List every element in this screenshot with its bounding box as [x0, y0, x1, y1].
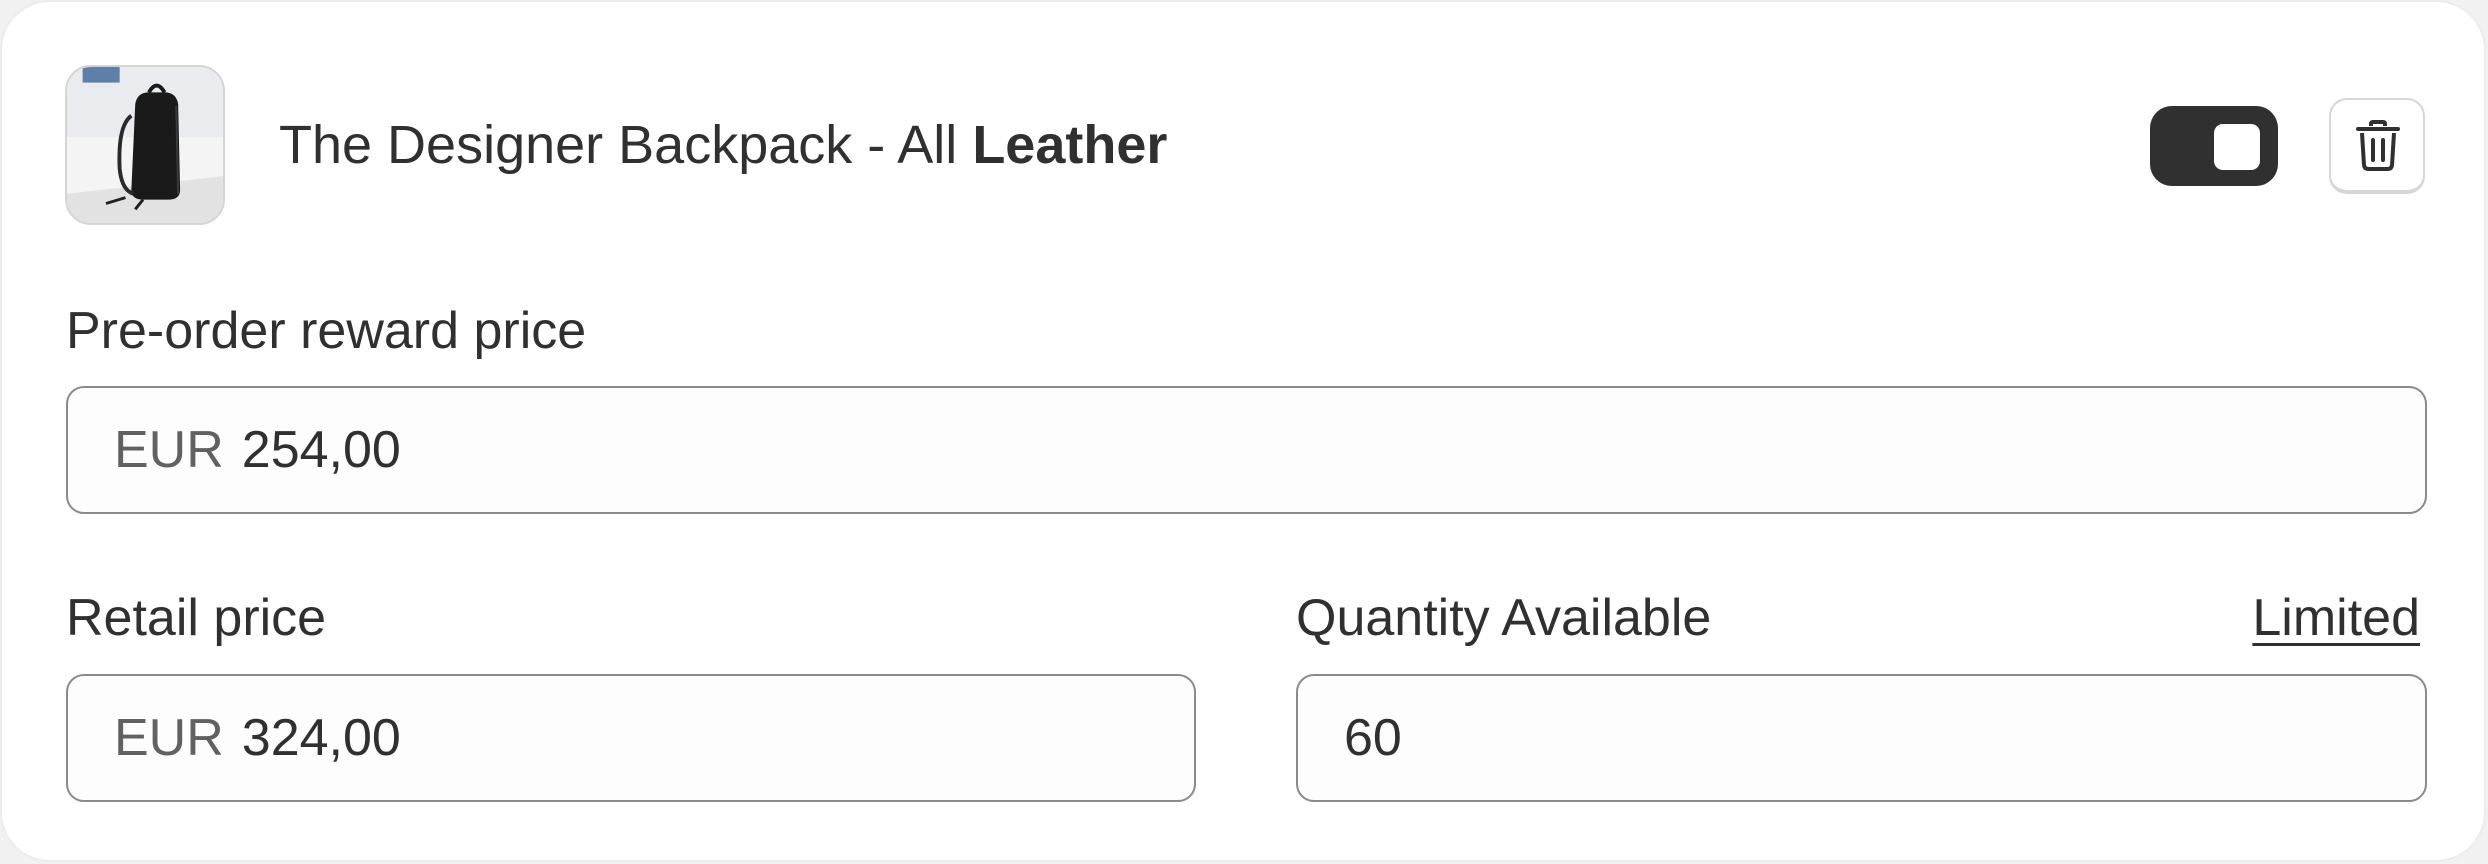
retail-price-input[interactable]: EUR 324,00: [66, 674, 1196, 802]
quantity-input[interactable]: 60: [1296, 674, 2427, 802]
preorder-price-value: 254,00: [241, 421, 401, 479]
reward-card: The Designer Backpack - All Leather Pre-…: [0, 0, 2486, 862]
currency-prefix: EUR: [114, 709, 224, 767]
preorder-price-input[interactable]: EUR 254,00: [66, 386, 2427, 514]
product-title: The Designer Backpack - All Leather: [279, 110, 1167, 180]
currency-prefix: EUR: [114, 421, 224, 479]
toggle-knob: [2214, 124, 2260, 170]
quantity-mode-link[interactable]: Limited: [2252, 586, 2420, 650]
product-name-regular: The Designer Backpack - All: [279, 115, 973, 175]
quantity-label: Quantity Available: [1296, 589, 1712, 647]
product-name-bold: Leather: [972, 115, 1168, 175]
delete-button[interactable]: [2329, 98, 2425, 194]
backpack-image-icon: [67, 67, 223, 223]
quantity-value: 60: [1344, 709, 1402, 767]
trash-icon: [2356, 120, 2400, 171]
product-thumbnail: [65, 65, 225, 225]
enable-toggle[interactable]: [2150, 106, 2278, 186]
retail-price-value: 324,00: [241, 709, 401, 767]
retail-price-label: Retail price: [66, 589, 327, 647]
preorder-price-label: Pre-order reward price: [66, 302, 587, 360]
